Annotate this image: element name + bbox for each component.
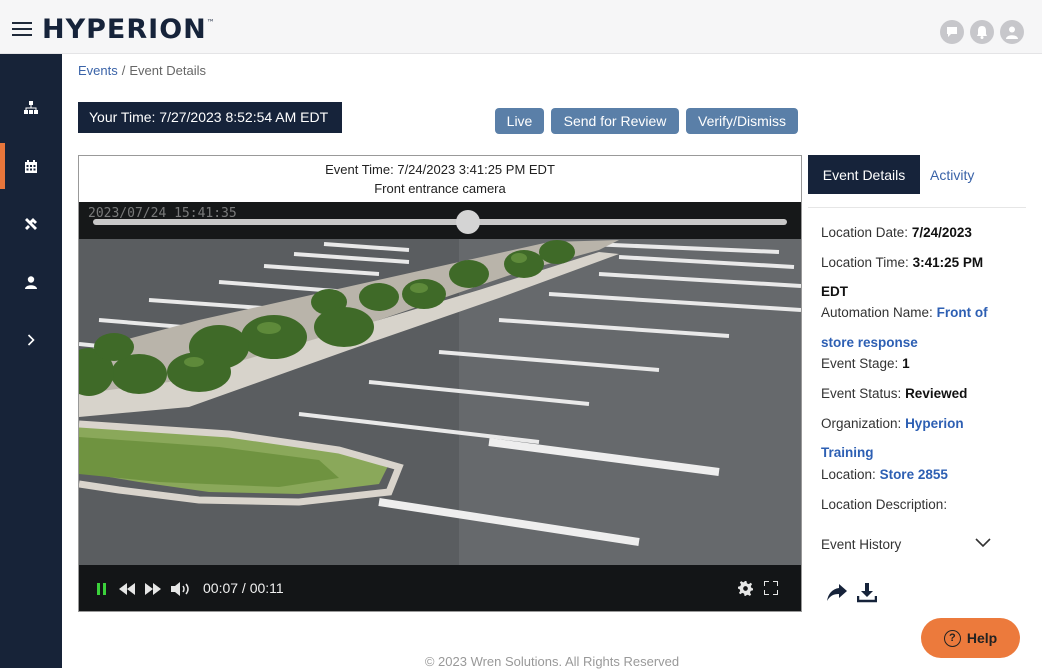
download-icon[interactable] xyxy=(857,583,877,603)
send-for-review-button[interactable]: Send for Review xyxy=(551,108,679,134)
organization-link[interactable]: Hyperion xyxy=(905,416,964,431)
breadcrumb: Events / Event Details xyxy=(78,63,206,78)
location-time-zone: EDT xyxy=(821,284,848,299)
help-button[interactable]: ? Help xyxy=(921,618,1020,658)
video-caption: Event Time: 7/24/2023 3:41:25 PM EDT Fro… xyxy=(79,160,801,198)
chat-bubble-icon[interactable] xyxy=(940,20,964,44)
footer-copyright: © 2023 Wren Solutions. All Rights Reserv… xyxy=(424,654,680,669)
sidebar-item-tools[interactable] xyxy=(0,195,62,253)
video-frame[interactable]: 2023/07/24 15:41:35 xyxy=(79,202,801,565)
tab-event-details[interactable]: Event Details xyxy=(808,155,920,194)
breadcrumb-events-link[interactable]: Events xyxy=(78,63,118,78)
event-history-toggle[interactable]: Event History xyxy=(821,537,901,552)
trademark-symbol: ™ xyxy=(206,18,216,27)
user-profile-icon[interactable] xyxy=(1000,20,1024,44)
your-time-badge: Your Time: 7/27/2023 8:52:54 AM EDT xyxy=(78,102,342,133)
organization-label: Organization: xyxy=(821,416,902,431)
organization-link-cont[interactable]: Training xyxy=(821,445,874,460)
verify-dismiss-button[interactable]: Verify/Dismiss xyxy=(686,108,798,134)
video-player: Event Time: 7/24/2023 3:41:25 PM EDT Fro… xyxy=(78,155,802,612)
sidebar-item-sites[interactable] xyxy=(0,79,62,137)
tab-activity[interactable]: Activity xyxy=(930,167,974,183)
video-time-display: 00:07 / 00:11 xyxy=(203,580,284,596)
location-time-label: Location Time: xyxy=(821,255,909,270)
breadcrumb-current: Event Details xyxy=(129,63,206,78)
hamburger-menu-icon[interactable] xyxy=(12,22,32,36)
automation-name-link-cont[interactable]: store response xyxy=(821,335,918,350)
sidebar-expand[interactable] xyxy=(0,311,62,369)
location-date-value: 7/24/2023 xyxy=(911,225,972,240)
sidebar-nav xyxy=(0,54,62,668)
chevron-right-icon xyxy=(27,334,35,346)
event-status-label: Event Status: xyxy=(821,386,902,401)
video-controls: 00:07 / 00:11 xyxy=(79,565,801,611)
sidebar-item-events[interactable] xyxy=(0,137,62,195)
breadcrumb-separator: / xyxy=(121,63,126,78)
notification-bell-icon[interactable] xyxy=(970,20,994,44)
help-question-icon: ? xyxy=(943,629,961,647)
parking-lot-scene xyxy=(79,202,801,565)
user-icon xyxy=(25,275,37,289)
sidebar-item-users[interactable] xyxy=(0,253,62,311)
location-link[interactable]: Store 2855 xyxy=(880,467,948,482)
video-scrubber-handle[interactable] xyxy=(455,210,480,234)
event-stage-value: 1 xyxy=(902,356,910,371)
brand-name: HYPERION xyxy=(42,14,207,45)
settings-gear-icon[interactable] xyxy=(738,581,753,596)
video-scrubber-track[interactable] xyxy=(93,219,787,225)
fast-forward-icon[interactable] xyxy=(145,583,161,595)
event-stage-label: Event Stage: xyxy=(821,356,899,371)
location-time-value: 3:41:25 PM xyxy=(912,255,984,270)
location-date-label: Location Date: xyxy=(821,225,909,240)
location-description-label: Location Description: xyxy=(821,497,948,512)
automation-name-label: Automation Name: xyxy=(821,305,933,320)
tools-icon xyxy=(25,218,37,230)
tab-divider xyxy=(808,207,1026,208)
live-button[interactable]: Live xyxy=(495,108,544,134)
rewind-icon[interactable] xyxy=(119,583,135,595)
chevron-down-icon[interactable] xyxy=(975,538,991,548)
volume-icon[interactable] xyxy=(171,582,199,596)
event-time-label: Event Time: 7/24/2023 3:41:25 PM EDT xyxy=(325,162,555,177)
share-arrow-icon[interactable] xyxy=(827,584,847,602)
calendar-icon xyxy=(25,159,37,173)
brand-logo[interactable]: HYPERION™ xyxy=(42,14,216,45)
top-header: HYPERION™ xyxy=(0,0,1042,54)
location-label: Location: xyxy=(821,467,876,482)
fullscreen-icon[interactable] xyxy=(764,581,778,595)
event-status-value: Reviewed xyxy=(905,386,968,401)
pause-icon[interactable] xyxy=(97,583,107,595)
sitemap-icon xyxy=(24,101,38,114)
automation-name-link[interactable]: Front of xyxy=(937,305,988,320)
camera-name-label: Front entrance camera xyxy=(374,181,506,196)
help-label: Help xyxy=(966,630,998,646)
